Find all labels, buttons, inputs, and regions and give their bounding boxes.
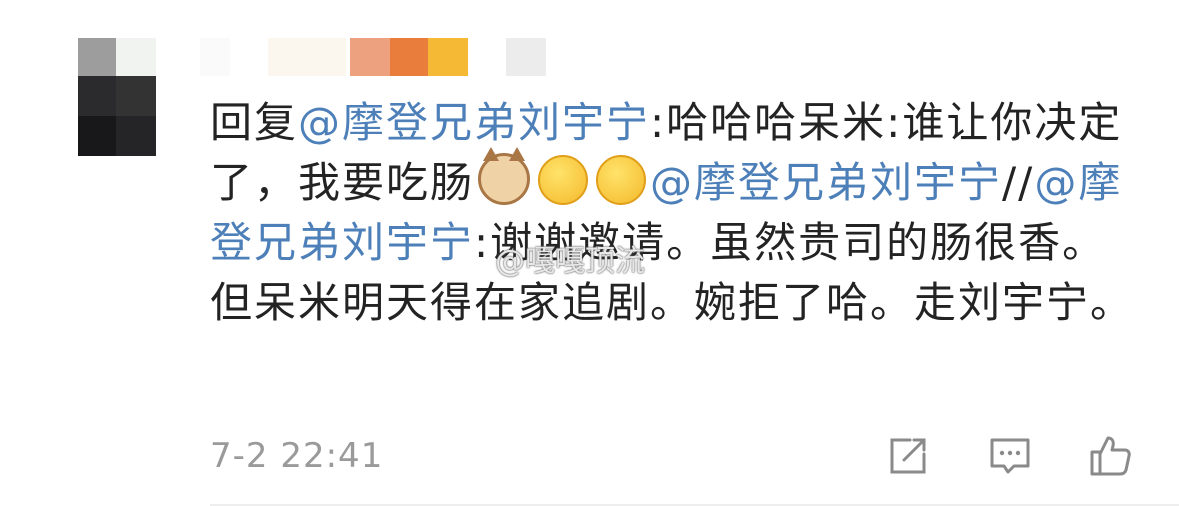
comment-icon [990, 438, 1030, 474]
yawn-emoji-icon [596, 155, 647, 205]
yawn-emoji-icon [538, 155, 589, 205]
watermark: @嘎嘎顶流 [495, 244, 645, 279]
like-icon [1090, 436, 1131, 476]
comment-text: 回复@摩登兄弟刘宇宁:哈哈哈呆米:谁让你决定了，我要吃肠 @摩登兄弟刘宇宁//@摩… [210, 93, 1150, 333]
avatar[interactable] [78, 38, 156, 156]
reply-prefix: 回复 [210, 98, 299, 147]
mention-link[interactable]: @摩登兄弟刘宇宁 [650, 158, 1002, 207]
username-pixelated[interactable] [200, 38, 560, 76]
like-button[interactable] [1086, 432, 1134, 482]
comment-button[interactable] [986, 432, 1034, 482]
share-icon [890, 438, 926, 474]
mention-link[interactable]: @摩登兄弟刘宇宁 [298, 98, 650, 147]
repost-separator: // [1002, 158, 1035, 207]
share-button[interactable] [884, 432, 932, 482]
comment-timestamp: 7-2 22:41 [210, 436, 384, 476]
cat-emoji-icon [478, 147, 531, 205]
